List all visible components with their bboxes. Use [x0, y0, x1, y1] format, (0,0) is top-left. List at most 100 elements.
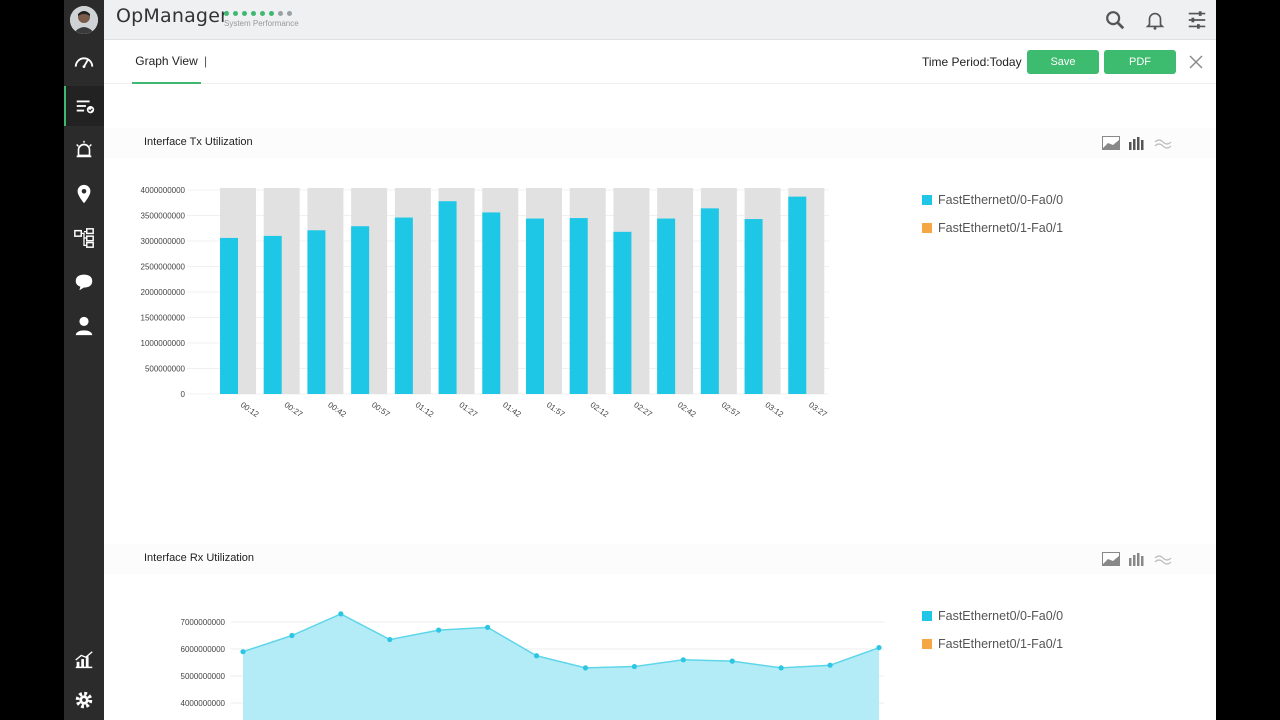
sidebar-item-maps[interactable] [64, 174, 104, 214]
rx-area-chart: 4000000000 5000000000 6000000000 7000000000 [181, 611, 884, 720]
area-chart-icon[interactable] [1102, 136, 1120, 150]
data-point [533, 653, 540, 659]
workflow-icon [74, 228, 94, 248]
bar [482, 212, 501, 394]
close-icon[interactable] [1187, 53, 1205, 71]
filter-settings-icon[interactable] [1186, 9, 1208, 31]
app-title: OpManager [116, 5, 229, 27]
bar [263, 235, 282, 394]
y-tick-label: 1000000000 [141, 339, 186, 348]
bar [438, 201, 457, 394]
sidebar-item-reports[interactable] [64, 640, 104, 680]
bar [788, 196, 807, 394]
bar-chart-icon[interactable] [1128, 552, 1146, 566]
avatar[interactable] [70, 6, 98, 34]
x-tick-label: 01:42 [501, 400, 523, 419]
legend-label: FastEthernet0/1-Fa0/1 [938, 221, 1064, 235]
x-tick-label: 00:42 [326, 400, 348, 419]
time-period-selector[interactable]: Time Period:Today [922, 55, 1022, 69]
bar [700, 208, 719, 394]
x-tick-label: 00:12 [239, 400, 261, 419]
top-header: OpManager System Performance [104, 0, 1216, 40]
bell-icon[interactable] [1144, 9, 1166, 31]
sidebar-item-settings[interactable] [64, 680, 104, 720]
legend-label: FastEthernet0/0-Fa0/0 [938, 193, 1064, 207]
y-tick-label: 3000000000 [141, 237, 186, 246]
sidebar-item-inventory[interactable] [64, 86, 104, 126]
reports-icon [75, 651, 93, 669]
line-chart-icon[interactable] [1154, 552, 1172, 566]
x-tick-label: 01:12 [414, 400, 436, 419]
data-point [582, 665, 589, 671]
bar-chart-icon[interactable] [1128, 136, 1146, 150]
x-tick-label: 02:42 [676, 400, 698, 419]
y-tick-label: 2000000000 [141, 288, 186, 297]
data-point [827, 662, 833, 668]
data-point [876, 645, 882, 651]
inventory-icon [76, 100, 95, 114]
legend-label: FastEthernet0/0-Fa0/0 [938, 609, 1064, 623]
save-button[interactable]: Save [1027, 50, 1099, 74]
bar [613, 231, 632, 394]
x-tick-label: 03:27 [807, 400, 829, 419]
bar [220, 237, 238, 394]
legend-item[interactable]: FastEthernet0/0-Fa0/0 [922, 602, 1063, 630]
x-tick-label: 02:12 [589, 400, 611, 419]
y-tick-label: 1500000000 [141, 314, 186, 323]
data-point [631, 663, 637, 670]
x-tick-label: 00:27 [283, 400, 305, 419]
tx-bar-chart: 0 500000000 1000000000 1500000000 2000000000… [141, 186, 830, 419]
sidebar-item-user[interactable] [64, 306, 104, 346]
y-tick-label: 5000000000 [181, 672, 226, 681]
legend-item[interactable]: FastEthernet0/1-Fa0/1 [922, 214, 1063, 242]
legend-item[interactable]: FastEthernet0/1-Fa0/1 [922, 630, 1063, 658]
search-icon[interactable] [1104, 9, 1126, 31]
data-point [485, 624, 491, 630]
bar [307, 230, 326, 394]
perf-label: System Performance [224, 19, 299, 28]
x-tick-label: 03:12 [763, 400, 785, 419]
app-window: OpManager System Performance Graph View … [64, 0, 1216, 720]
y-tick-label: 7000000000 [181, 618, 226, 627]
data-point [680, 657, 686, 663]
settings-icon [75, 691, 93, 709]
perf-dots[interactable] [224, 11, 292, 16]
data-point [387, 636, 393, 643]
sidebar-item-dashboard[interactable] [64, 42, 104, 82]
bar [744, 219, 763, 394]
area-chart-icon[interactable] [1102, 552, 1120, 566]
tab-graph-view[interactable]: Graph View [132, 40, 201, 84]
x-tick-label: 02:27 [632, 400, 654, 419]
x-tick-label: 01:57 [545, 400, 567, 419]
y-tick-label: 0 [181, 390, 186, 399]
tx-chart-title: Interface Tx Utilization [144, 136, 253, 148]
x-tick-label: 02:57 [720, 400, 742, 419]
bar [526, 218, 544, 394]
bar [394, 217, 413, 394]
y-tick-label: 6000000000 [181, 645, 226, 654]
sidebar [64, 0, 104, 720]
sidebar-item-alarms[interactable] [64, 130, 104, 170]
y-tick-label: 500000000 [145, 365, 186, 374]
toolbar: Graph View | Time Period:Today Save PDF [104, 40, 1216, 84]
map-pin-icon [77, 184, 91, 204]
y-tick-label: 4000000000 [141, 186, 186, 195]
data-point [289, 632, 295, 639]
area-fill [243, 613, 879, 720]
user-icon [75, 316, 93, 336]
pdf-button[interactable]: PDF [1104, 50, 1176, 74]
sidebar-item-workflow[interactable] [64, 218, 104, 258]
tx-legend: FastEthernet0/0-Fa0/0 FastEthernet0/1-Fa… [922, 186, 1063, 242]
bar [569, 218, 588, 394]
data-point [436, 627, 442, 633]
alarms-icon [76, 140, 92, 158]
x-tick-label: 00:57 [370, 400, 392, 419]
sidebar-item-chat[interactable] [64, 262, 104, 302]
chat-icon [75, 274, 93, 291]
legend-label: FastEthernet0/1-Fa0/1 [938, 637, 1064, 651]
data-point [338, 611, 344, 617]
line-chart-icon[interactable] [1154, 136, 1172, 150]
bar [351, 226, 370, 394]
legend-item[interactable]: FastEthernet0/0-Fa0/0 [922, 186, 1063, 214]
rx-legend: FastEthernet0/0-Fa0/0 FastEthernet0/1-Fa… [922, 602, 1063, 658]
